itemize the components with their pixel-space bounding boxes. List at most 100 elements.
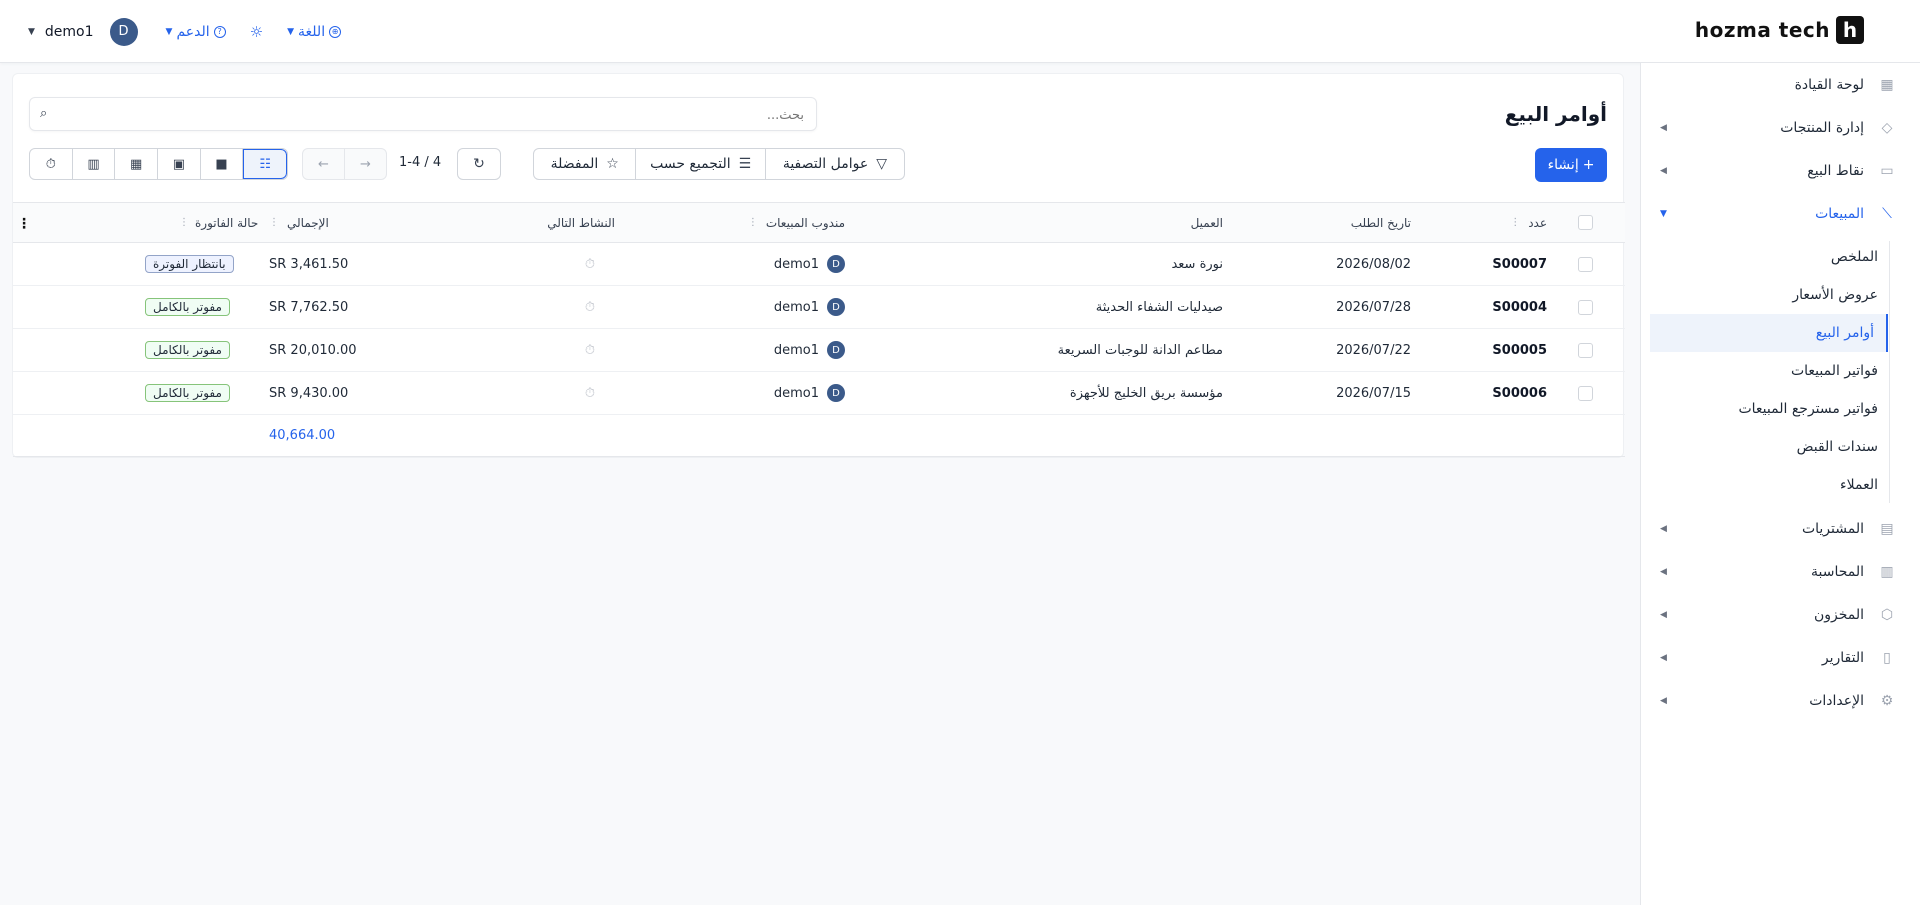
grid-table-icon: ▦ — [130, 156, 143, 172]
col-header-sales-rep[interactable]: مندوب المبيعات ⋮ — [748, 203, 845, 242]
avatar: D — [827, 341, 845, 359]
sidebar-item-accounting[interactable]: ▥ المحاسبة ◀ — [1640, 550, 1920, 593]
order-number: S00006 — [1492, 385, 1547, 401]
top-bar: ▼ demo1 D ▼ الدعم ? ☼ ▼ اللغة ⊕ hozma te… — [0, 0, 1920, 63]
sidebar-item-label: إدارة المنتجات — [1780, 119, 1864, 136]
user-menu[interactable]: ▼ demo1 D — [28, 17, 138, 46]
status-badge: مفوتر بالكامل — [145, 298, 230, 316]
col-header-label: حالة الفاتورة — [195, 215, 259, 230]
sidebar-item-reports[interactable]: ▯ التقارير ◀ — [1640, 636, 1920, 679]
globe-icon: ⊕ — [329, 25, 342, 38]
row-checkbox[interactable] — [1578, 256, 1593, 272]
calendar-view-button[interactable]: ▣ — [158, 149, 201, 179]
pivot-view-button[interactable]: ▦ — [115, 149, 159, 179]
pager-buttons: ← → — [302, 148, 387, 180]
refresh-button[interactable]: ↻ — [457, 148, 501, 180]
col-header-next-activity[interactable]: النشاط التالي — [547, 203, 615, 242]
row-checkbox[interactable] — [1578, 342, 1593, 358]
previous-page-button[interactable]: ← — [303, 149, 345, 179]
order-date: 2026/07/22 — [1336, 342, 1411, 358]
table-row[interactable]: S00005 2026/07/22 مطاعم الدانة للوجبات ا… — [13, 329, 1625, 372]
col-header-customer[interactable]: العميل — [1191, 203, 1223, 242]
gear-icon: ⚙ — [1880, 692, 1894, 709]
row-select-cell — [1578, 243, 1593, 285]
sidebar-sub-sales-orders[interactable]: أوامر البيع — [1650, 314, 1888, 352]
sidebar-sub-sales-invoices[interactable]: فواتير المبيعات — [1670, 352, 1890, 390]
list-view-button[interactable]: ☷ — [243, 149, 287, 179]
sort-icon: ⋮ — [1510, 217, 1521, 228]
order-number: S00005 — [1492, 342, 1547, 358]
chevron-left-icon: ◀ — [1660, 122, 1667, 133]
sidebar-item-sales[interactable]: ⟋ المبيعات ▼ — [1640, 192, 1920, 235]
sidebar-item-inventory[interactable]: ⬡ المخزون ◀ — [1640, 593, 1920, 636]
kanban-view-button[interactable]: ■ — [201, 149, 244, 179]
sun-icon: ☼ — [249, 22, 264, 41]
col-header-total[interactable]: ⋮ الإجمالي — [269, 203, 329, 242]
box-icon: ⬡ — [1880, 606, 1894, 623]
sales-rep-name: demo1 — [773, 299, 819, 315]
table-footer-row: 40,664.00 — [13, 415, 1625, 457]
sidebar-sub-summary[interactable]: الملخص — [1670, 238, 1890, 276]
stopwatch-icon: ⏱ — [584, 299, 595, 315]
sidebar-item-label: الإعدادات — [1809, 692, 1864, 709]
table-row[interactable]: S00007 2026/08/02 نورة سعد Ddemo1 ⏱ SR 3… — [13, 243, 1625, 286]
chevron-left-icon: ◀ — [1660, 165, 1667, 176]
theme-toggle[interactable]: ☼ — [250, 23, 263, 41]
group-by-button[interactable]: ☰ التجميع حسب — [635, 149, 764, 179]
arrow-right-icon: → — [360, 156, 371, 172]
brand-logo[interactable]: hozma tech h — [1695, 16, 1864, 44]
language-label: اللغة — [298, 23, 326, 40]
row-select-cell — [1578, 286, 1593, 328]
sidebar-item-pos[interactable]: ▭ نقاط البيع ◀ — [1640, 149, 1920, 192]
support-menu[interactable]: ▼ الدعم ? — [166, 24, 226, 40]
favorites-button[interactable]: ☆ المفضلة — [534, 149, 635, 179]
sales-rep: Ddemo1 — [774, 243, 845, 285]
sidebar-sub-sales-returns[interactable]: فواتير مسترجع المبيعات — [1670, 390, 1890, 428]
language-menu[interactable]: ▼ اللغة ⊕ — [287, 23, 342, 40]
chevron-left-icon: ◀ — [1660, 523, 1667, 534]
next-activity[interactable]: ⏱ — [585, 372, 595, 414]
next-activity[interactable]: ⏱ — [585, 329, 595, 371]
sidebar-item-purchases[interactable]: ▤ المشتريات ◀ — [1640, 507, 1920, 550]
order-date: 2026/08/02 — [1336, 256, 1411, 272]
activity-view-button[interactable]: ⏱ — [30, 149, 73, 179]
col-header-order-date[interactable]: تاريخ الطلب — [1351, 203, 1411, 242]
sidebar-item-products[interactable]: ◇ إدارة المنتجات ◀ — [1640, 106, 1920, 149]
page-title: أوامر البيع — [1504, 102, 1607, 126]
sidebar-sub-customers[interactable]: العملاء — [1670, 466, 1890, 504]
stopwatch-icon: ⏱ — [45, 156, 56, 172]
sidebar-sub-receipts[interactable]: سندات القبض — [1670, 428, 1890, 466]
col-header-number[interactable]: عدد ⋮ — [1510, 203, 1547, 242]
sidebar-item-dashboard[interactable]: ▦ لوحة القيادة — [1640, 63, 1920, 106]
row-select-cell — [1578, 329, 1593, 371]
top-bar-actions: ▼ demo1 D ▼ الدعم ? ☼ ▼ اللغة ⊕ — [28, 0, 342, 63]
next-activity[interactable]: ⏱ — [585, 243, 595, 285]
tag-icon: ◇ — [1881, 119, 1893, 136]
col-header-invoice-status[interactable]: ⋮ حالة الفاتورة — [179, 203, 258, 242]
chevron-left-icon: ◀ — [1660, 695, 1667, 706]
sidebar-item-settings[interactable]: ⚙ الإعدادات ◀ — [1640, 679, 1920, 722]
search-icon[interactable]: ⌕ — [40, 106, 47, 121]
graph-view-button[interactable]: ▥ — [73, 149, 116, 179]
order-date: 2026/07/28 — [1336, 299, 1411, 315]
filters-button[interactable]: ▽ عوامل التصفية — [764, 149, 904, 179]
main-card: أوامر البيع ⌕ + إنشاء ▽ عوامل التصفية ☰ … — [12, 73, 1625, 458]
brand-name: hozma tech — [1694, 18, 1830, 42]
sidebar-item-label: المشتريات — [1801, 520, 1864, 537]
group-by-label: التجميع حسب — [650, 156, 731, 172]
row-checkbox[interactable] — [1578, 299, 1593, 315]
search-input[interactable] — [64, 104, 804, 126]
next-activity[interactable]: ⏱ — [585, 286, 595, 328]
table-row[interactable]: S00004 2026/07/28 صيدليات الشفاء الحديثة… — [13, 286, 1625, 329]
order-number: S00004 — [1492, 299, 1547, 315]
table-row[interactable]: S00006 2026/07/15 مؤسسة بريق الخليج للأج… — [13, 372, 1625, 415]
next-page-button[interactable]: → — [345, 149, 386, 179]
row-checkbox[interactable] — [1578, 385, 1593, 401]
sidebar-item-label: التقارير — [1821, 649, 1864, 666]
select-all-checkbox[interactable] — [1578, 215, 1593, 230]
column-options-icon[interactable]: ⋮ — [17, 216, 31, 232]
pager-value[interactable]: 1-4 / 4 — [399, 155, 441, 170]
create-button[interactable]: + إنشاء — [1535, 148, 1607, 182]
sidebar-sub-quotations[interactable]: عروض الأسعار — [1670, 276, 1890, 314]
kanban-icon: ■ — [215, 156, 228, 172]
